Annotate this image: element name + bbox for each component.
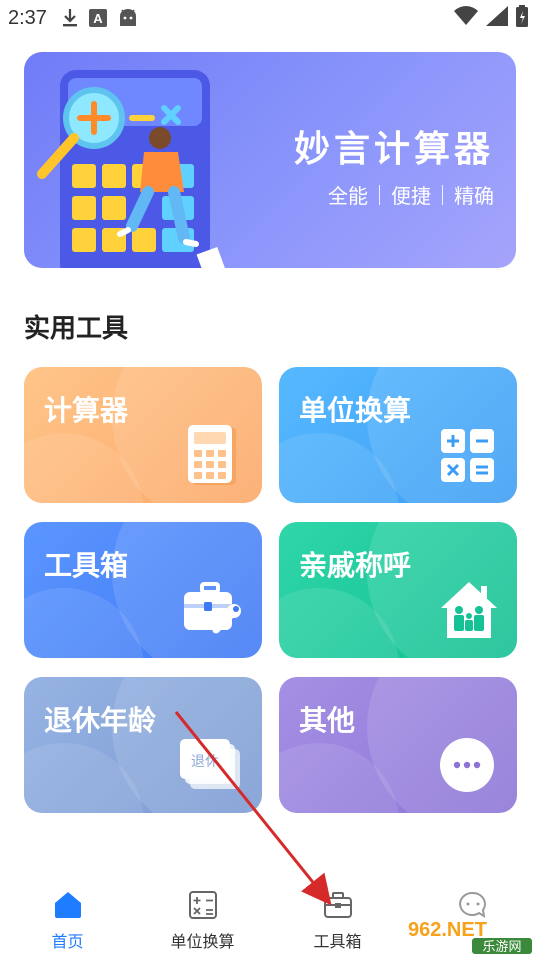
more-dots-icon	[440, 738, 494, 792]
tab-label: 工具箱	[313, 932, 362, 951]
hero-banner[interactable]: 妙言计算器 全能 便捷 精确	[24, 52, 516, 268]
tool-card-label: 单位换算	[299, 394, 412, 427]
tab-label: 单位换算	[170, 932, 235, 951]
status-bar: 2:37 A	[0, 0, 540, 36]
tool-card-label: 工具箱	[44, 549, 129, 582]
retire-card-text: 退休	[191, 754, 219, 770]
app-screen: 2:37 A 妙言计算器 全能 便捷 精确 实用工具 计算器 单位换算 工具箱 …	[0, 0, 540, 960]
section-title: 实用工具	[24, 314, 129, 344]
banner-tag: 精确	[454, 184, 494, 208]
banner-title: 妙言计算器	[293, 129, 494, 170]
tool-card-label: 计算器	[44, 394, 129, 427]
divider	[442, 184, 443, 205]
tab-home[interactable]: 首页	[0, 880, 135, 960]
tab-label: 首页	[51, 932, 84, 951]
tool-card-other[interactable]: 其他	[279, 677, 517, 813]
tool-card-toolbox[interactable]: 工具箱	[24, 522, 262, 658]
family-house-icon	[441, 582, 497, 638]
tool-card-calculator[interactable]: 计算器	[24, 367, 262, 503]
watermark-bottom-text: 乐游网	[482, 940, 521, 955]
wifi-icon	[454, 5, 478, 31]
a-notification-icon: A	[88, 9, 107, 27]
android-icon	[117, 8, 139, 28]
battery-icon	[516, 4, 528, 32]
banner-subtitle: 全能 便捷 精确	[328, 180, 494, 209]
banner-tag: 便捷	[391, 184, 431, 208]
tool-card-label: 退休年龄	[44, 704, 157, 737]
tool-card-unit-conversion[interactable]: 单位换算	[279, 367, 517, 503]
toolbox-icon	[323, 892, 352, 918]
download-icon	[61, 8, 79, 28]
site-watermark-logo: 962.NET 乐游网	[402, 910, 536, 956]
divider	[379, 184, 380, 205]
tool-card-relatives[interactable]: 亲戚称呼	[279, 522, 517, 658]
tool-card-label: 亲戚称呼	[299, 549, 412, 582]
home-icon	[54, 892, 81, 918]
calculator-illustration	[37, 70, 226, 268]
tool-card-label: 其他	[299, 704, 356, 737]
watermark-top-text: 962.NET	[408, 919, 487, 941]
math-operators-icon	[441, 429, 494, 482]
signal-icon	[486, 5, 508, 31]
tool-card-retirement-age[interactable]: 退休年龄 退休	[24, 677, 262, 813]
calculator-grid-icon	[188, 891, 217, 919]
retire-cards-icon: 退休	[180, 739, 240, 789]
svg-text:A: A	[93, 11, 103, 26]
toolbox-icon	[184, 582, 241, 634]
calculator-icon	[188, 425, 236, 485]
status-time: 2:37	[8, 6, 47, 29]
tab-toolbox[interactable]: 工具箱	[270, 880, 405, 960]
banner-tag: 全能	[328, 184, 368, 208]
tab-unit-conversion[interactable]: 单位换算	[135, 880, 270, 960]
